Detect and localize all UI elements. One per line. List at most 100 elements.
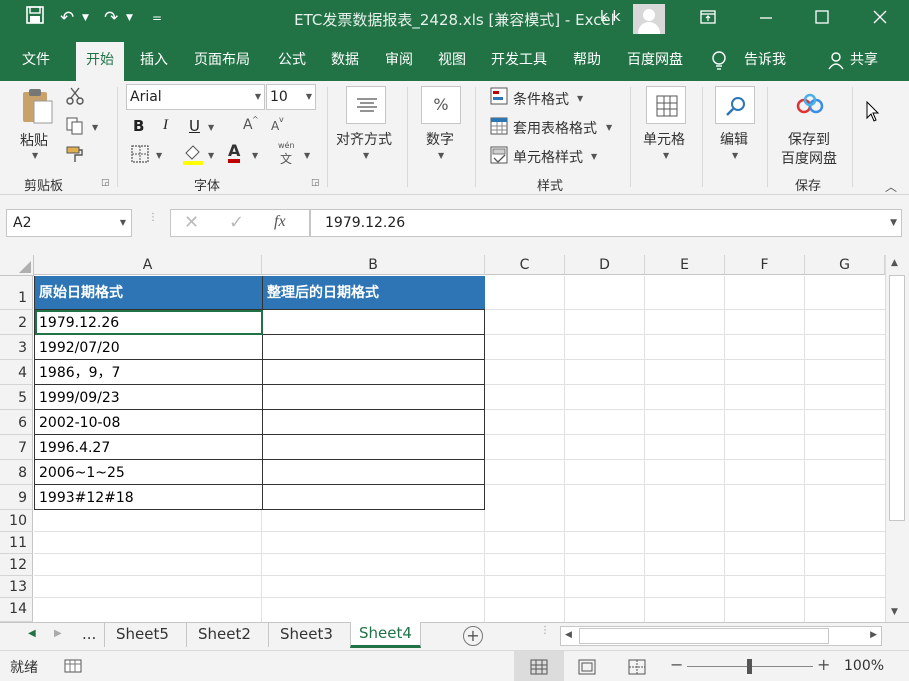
normal-view-button[interactable] [514, 651, 564, 681]
clipboard-launcher-icon[interactable]: ◲ [101, 178, 110, 188]
lightbulb-icon[interactable] [711, 51, 727, 75]
tab-help[interactable]: 帮助 [569, 47, 605, 81]
header-cell[interactable]: 原始日期格式 [35, 276, 263, 310]
table-cell[interactable]: 1992/07/20 [35, 335, 263, 360]
underline-dropdown-icon[interactable]: ▼ [208, 123, 214, 132]
shrink-font-button[interactable]: A [271, 119, 279, 133]
scroll-up-icon[interactable]: ▲ [891, 258, 898, 268]
table-cell[interactable]: 1979.12.26 [35, 310, 263, 335]
column-header-b[interactable]: B [262, 255, 485, 275]
header-cell[interactable]: 整理后的日期格式 [263, 276, 485, 310]
scroll-thumb[interactable] [579, 628, 829, 644]
zoom-in-button[interactable]: + [817, 655, 830, 674]
page-layout-view-icon[interactable] [578, 659, 596, 679]
tab-page-layout[interactable]: 页面布局 [190, 47, 254, 81]
save-icon[interactable] [26, 6, 44, 31]
column-header-f[interactable]: F [725, 255, 805, 275]
underline-button[interactable]: U [189, 117, 200, 135]
borders-dropdown-icon[interactable]: ▼ [156, 151, 162, 160]
scroll-thumb[interactable] [889, 275, 905, 521]
table-cell[interactable] [263, 485, 485, 509]
table-cell[interactable] [263, 360, 485, 385]
row-header[interactable]: 8 [0, 460, 33, 485]
font-color-dropdown-icon[interactable]: ▼ [252, 151, 258, 160]
share-button[interactable]: 共享 [846, 47, 882, 81]
row-header[interactable]: 5 [0, 385, 33, 410]
table-cell[interactable] [263, 385, 485, 410]
column-header-a[interactable]: A [34, 255, 262, 275]
row-header[interactable]: 6 [0, 410, 33, 435]
tab-formulas[interactable]: 公式 [274, 47, 310, 81]
column-header-d[interactable]: D [565, 255, 645, 275]
font-color-button[interactable]: A [228, 143, 241, 163]
format-painter-icon[interactable] [66, 145, 84, 167]
macro-record-icon[interactable] [64, 658, 82, 678]
tab-view[interactable]: 视图 [434, 47, 470, 81]
tab-data[interactable]: 数据 [327, 47, 363, 81]
name-box[interactable]: A2 ▼ [6, 209, 132, 237]
sheet-tab-sheet4[interactable]: Sheet4 [350, 622, 421, 648]
splitter-handle-icon[interactable]: ⋮ [148, 213, 158, 223]
tab-home[interactable]: 开始 [76, 42, 124, 81]
table-cell[interactable] [263, 435, 485, 460]
cells-icon[interactable] [646, 86, 686, 124]
table-cell[interactable]: 2002-10-08 [35, 410, 263, 435]
scroll-tabs-right-icon[interactable]: ▶ [54, 628, 62, 639]
baidu-netdisk-icon[interactable] [795, 93, 825, 121]
redo-dropdown-icon[interactable]: ▼ [126, 6, 133, 30]
scroll-tabs-left-icon[interactable]: ◀ [28, 628, 36, 639]
add-sheet-button[interactable]: + [463, 626, 483, 646]
horizontal-scrollbar[interactable]: ◀ ▶ [560, 626, 882, 646]
maximize-icon[interactable] [808, 6, 836, 32]
redo-icon[interactable]: ↷ [104, 6, 118, 30]
tell-me-search[interactable]: 告诉我 [740, 47, 790, 81]
paste-button[interactable]: 粘贴 ▼ [18, 87, 56, 161]
person-icon[interactable] [828, 52, 844, 74]
fill-color-dropdown-icon[interactable]: ▼ [208, 151, 214, 160]
collapse-ribbon-icon[interactable]: ︿ [885, 178, 897, 195]
column-header-g[interactable]: G [805, 255, 885, 275]
table-cell[interactable]: 2006~1~25 [35, 460, 263, 485]
enter-icon[interactable]: ✓ [229, 212, 244, 233]
number-format-icon[interactable]: % [421, 86, 461, 124]
copy-dropdown-icon[interactable]: ▼ [92, 123, 98, 132]
cancel-icon[interactable]: ✕ [184, 212, 199, 233]
column-header-e[interactable]: E [645, 255, 725, 275]
table-cell[interactable] [263, 460, 485, 485]
row-header[interactable]: 2 [0, 310, 33, 335]
borders-icon[interactable] [131, 145, 149, 167]
minimize-icon[interactable] [752, 6, 780, 32]
zoom-out-button[interactable]: − [670, 655, 683, 674]
fill-color-icon[interactable] [182, 143, 204, 169]
row-header[interactable]: 4 [0, 360, 33, 385]
cell-styles-button[interactable]: 单元格样式 [513, 147, 583, 167]
font-size-select[interactable]: 10 ▼ [266, 84, 316, 110]
tab-file[interactable]: 文件 [18, 47, 54, 81]
vertical-scrollbar[interactable]: ▲ ▼ [885, 255, 909, 622]
font-launcher-icon[interactable]: ◲ [311, 178, 320, 188]
customize-quick-access-icon[interactable]: = [152, 6, 162, 30]
bold-button[interactable]: B [133, 117, 144, 135]
row-header[interactable]: 7 [0, 435, 33, 460]
undo-dropdown-icon[interactable]: ▼ [82, 6, 89, 30]
tab-review[interactable]: 审阅 [381, 47, 417, 81]
tab-developer[interactable]: 开发工具 [487, 47, 551, 81]
close-icon[interactable] [866, 6, 894, 32]
user-name[interactable]: k k [600, 9, 621, 25]
ribbon-display-options-icon[interactable] [694, 6, 722, 32]
row-header[interactable]: 11 [0, 532, 33, 554]
row-header[interactable]: 14 [0, 598, 33, 622]
expand-formula-icon[interactable]: ▼ [890, 210, 897, 236]
alignment-icon[interactable] [346, 86, 386, 124]
select-all-corner[interactable] [0, 255, 34, 276]
copy-icon[interactable] [66, 117, 84, 139]
table-cell[interactable]: 1996.4.27 [35, 435, 263, 460]
zoom-slider-thumb[interactable] [747, 659, 752, 674]
table-cell[interactable] [263, 310, 485, 335]
search-icon[interactable] [715, 86, 755, 124]
number-button[interactable]: 数字 [426, 129, 454, 149]
row-header[interactable]: 12 [0, 554, 33, 576]
column-header-c[interactable]: C [485, 255, 565, 275]
scroll-right-icon[interactable]: ▶ [870, 630, 877, 640]
table-cell[interactable] [263, 410, 485, 435]
